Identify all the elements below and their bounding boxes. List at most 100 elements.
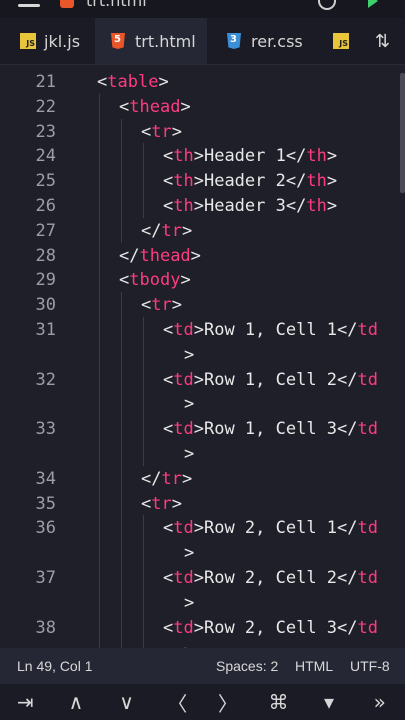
code-line[interactable]: 23 <tr> — [0, 118, 405, 144]
line-number: 29 — [35, 270, 56, 291]
language-mode[interactable]: HTML — [295, 658, 333, 674]
code-text: <td>Row 1, Cell 2</td — [163, 369, 378, 390]
tab-key-icon[interactable]: ⇥ — [0, 684, 51, 720]
indent-guide — [121, 416, 122, 466]
indent-guide — [99, 565, 100, 615]
indent-guide — [99, 292, 100, 317]
wrapped-text: > — [184, 344, 195, 365]
js-file-icon: JS — [333, 33, 349, 49]
indent-guide — [121, 565, 122, 615]
code-line[interactable]: 27 </tr> — [0, 217, 405, 243]
indent-guide — [99, 416, 100, 466]
code-text: <tr> — [141, 493, 182, 514]
code-line[interactable]: 26 <th>Header 3</th> — [0, 193, 405, 218]
wrapped-text: > — [184, 592, 195, 613]
code-text: <thead> — [119, 96, 191, 117]
code-line[interactable]: 22 <thead> — [0, 93, 405, 119]
line-number: 22 — [35, 96, 56, 117]
code-line[interactable]: 28 </thead> — [0, 242, 405, 268]
code-line[interactable]: 25 <th>Header 2</th> — [0, 168, 405, 193]
indent-guide — [99, 267, 100, 293]
indent-guide — [121, 193, 122, 218]
indent-guide — [99, 515, 100, 565]
indent-guide — [121, 366, 122, 417]
code-text: <tr> — [141, 295, 182, 316]
code-text: </thead> — [119, 245, 201, 266]
tab-trt-html[interactable]: trt.html — [95, 18, 207, 64]
html-file-icon — [60, 0, 74, 8]
arrow-left-icon[interactable]: 〈 — [152, 684, 203, 720]
file-title: trt.html — [86, 0, 147, 10]
tab-label: jkl.js — [44, 31, 81, 51]
status-bar: Ln 49, Col 1 Spaces: 2 HTML UTF-8 — [0, 648, 405, 684]
file-encoding[interactable]: UTF-8 — [350, 658, 390, 674]
tab-rer-css[interactable]: rer.css — [207, 18, 317, 64]
code-line[interactable]: 21 <table> — [0, 69, 405, 94]
code-line[interactable]: 34 </tr> — [0, 465, 405, 491]
line-number: 26 — [35, 196, 56, 216]
search-icon[interactable] — [318, 0, 336, 10]
code-editor[interactable]: 21 <table> 22 <thead> 23 <tr> 24 <th>Header 1</… — [0, 65, 405, 678]
code-line[interactable]: 35 <tr> — [0, 490, 405, 516]
indent-guide — [143, 193, 144, 218]
indent-guide — [121, 168, 122, 193]
js-file-icon: JS — [20, 33, 36, 49]
code-text: <tr> — [141, 121, 182, 142]
code-text: <tbody> — [119, 270, 191, 291]
run-icon[interactable] — [368, 0, 378, 8]
code-text: <th>Header 1</th> — [163, 146, 338, 167]
tab-bar: JS jkl.js trt.html rer.css JS — [0, 18, 405, 65]
line-number: 21 — [35, 72, 56, 92]
html-file-icon — [111, 33, 125, 49]
arrow-right-icon[interactable]: 〉 — [203, 684, 254, 720]
indent-guide — [143, 366, 144, 417]
indent-guide — [121, 465, 122, 491]
code-line[interactable]: 31 <td>Row 1, Cell 1</td > — [0, 317, 405, 367]
code-text: </tr> — [141, 220, 193, 241]
code-line[interactable]: 37 <td>Row 2, Cell 2</td > — [0, 565, 405, 615]
code-text: <td>Row 2, Cell 2</td — [163, 568, 378, 588]
dropdown-icon[interactable]: ▾ — [304, 684, 355, 720]
indent-guide — [99, 118, 100, 144]
indent-guide — [121, 317, 122, 367]
tab-js-overflow[interactable]: JS — [317, 18, 360, 64]
arrow-down-icon[interactable]: ∨ — [101, 684, 152, 720]
line-number: 31 — [35, 320, 56, 340]
indent-guide — [99, 242, 100, 268]
css-file-icon — [227, 33, 241, 49]
indent-guide — [121, 515, 122, 565]
indent-guide — [121, 292, 122, 317]
indent-guide — [121, 217, 122, 243]
menu-icon[interactable] — [18, 0, 40, 12]
command-icon[interactable]: ⌘ — [253, 684, 304, 720]
indent-guide — [99, 168, 100, 193]
wrapped-text: > — [184, 443, 195, 464]
sort-tabs-icon[interactable]: ⇅ — [360, 18, 405, 64]
indent-guide — [99, 465, 100, 491]
code-text: <table> — [97, 72, 169, 92]
wrapped-text: > — [184, 543, 195, 564]
code-line[interactable]: 36 <td>Row 2, Cell 1</td > — [0, 515, 405, 565]
code-line[interactable]: 33 <td>Row 1, Cell 3</td > — [0, 416, 405, 466]
indent-guide — [143, 143, 144, 169]
arrow-up-icon[interactable]: ∧ — [51, 684, 102, 720]
line-number: 32 — [35, 369, 56, 390]
code-line[interactable]: 30 <tr> — [0, 292, 405, 317]
indent-guide — [121, 490, 122, 516]
line-number: 25 — [35, 171, 56, 192]
wrapped-text: > — [184, 394, 195, 415]
indentation-setting[interactable]: Spaces: 2 — [216, 658, 278, 674]
line-number: 24 — [35, 146, 56, 167]
code-line[interactable]: 32 <td>Row 1, Cell 2</td > — [0, 366, 405, 417]
cursor-position[interactable]: Ln 49, Col 1 — [17, 658, 93, 674]
indent-guide — [99, 193, 100, 218]
app-bar: trt.html — [0, 0, 405, 18]
more-keys-icon[interactable]: » — [354, 684, 405, 720]
line-number: 23 — [35, 121, 56, 142]
tab-jkl-js[interactable]: JS jkl.js — [0, 18, 95, 64]
line-number: 28 — [35, 245, 56, 266]
indent-guide — [143, 565, 144, 615]
code-line[interactable]: 24 <th>Header 1</th> — [0, 143, 405, 169]
indent-guide — [143, 317, 144, 367]
code-line[interactable]: 29 <tbody> — [0, 267, 405, 293]
